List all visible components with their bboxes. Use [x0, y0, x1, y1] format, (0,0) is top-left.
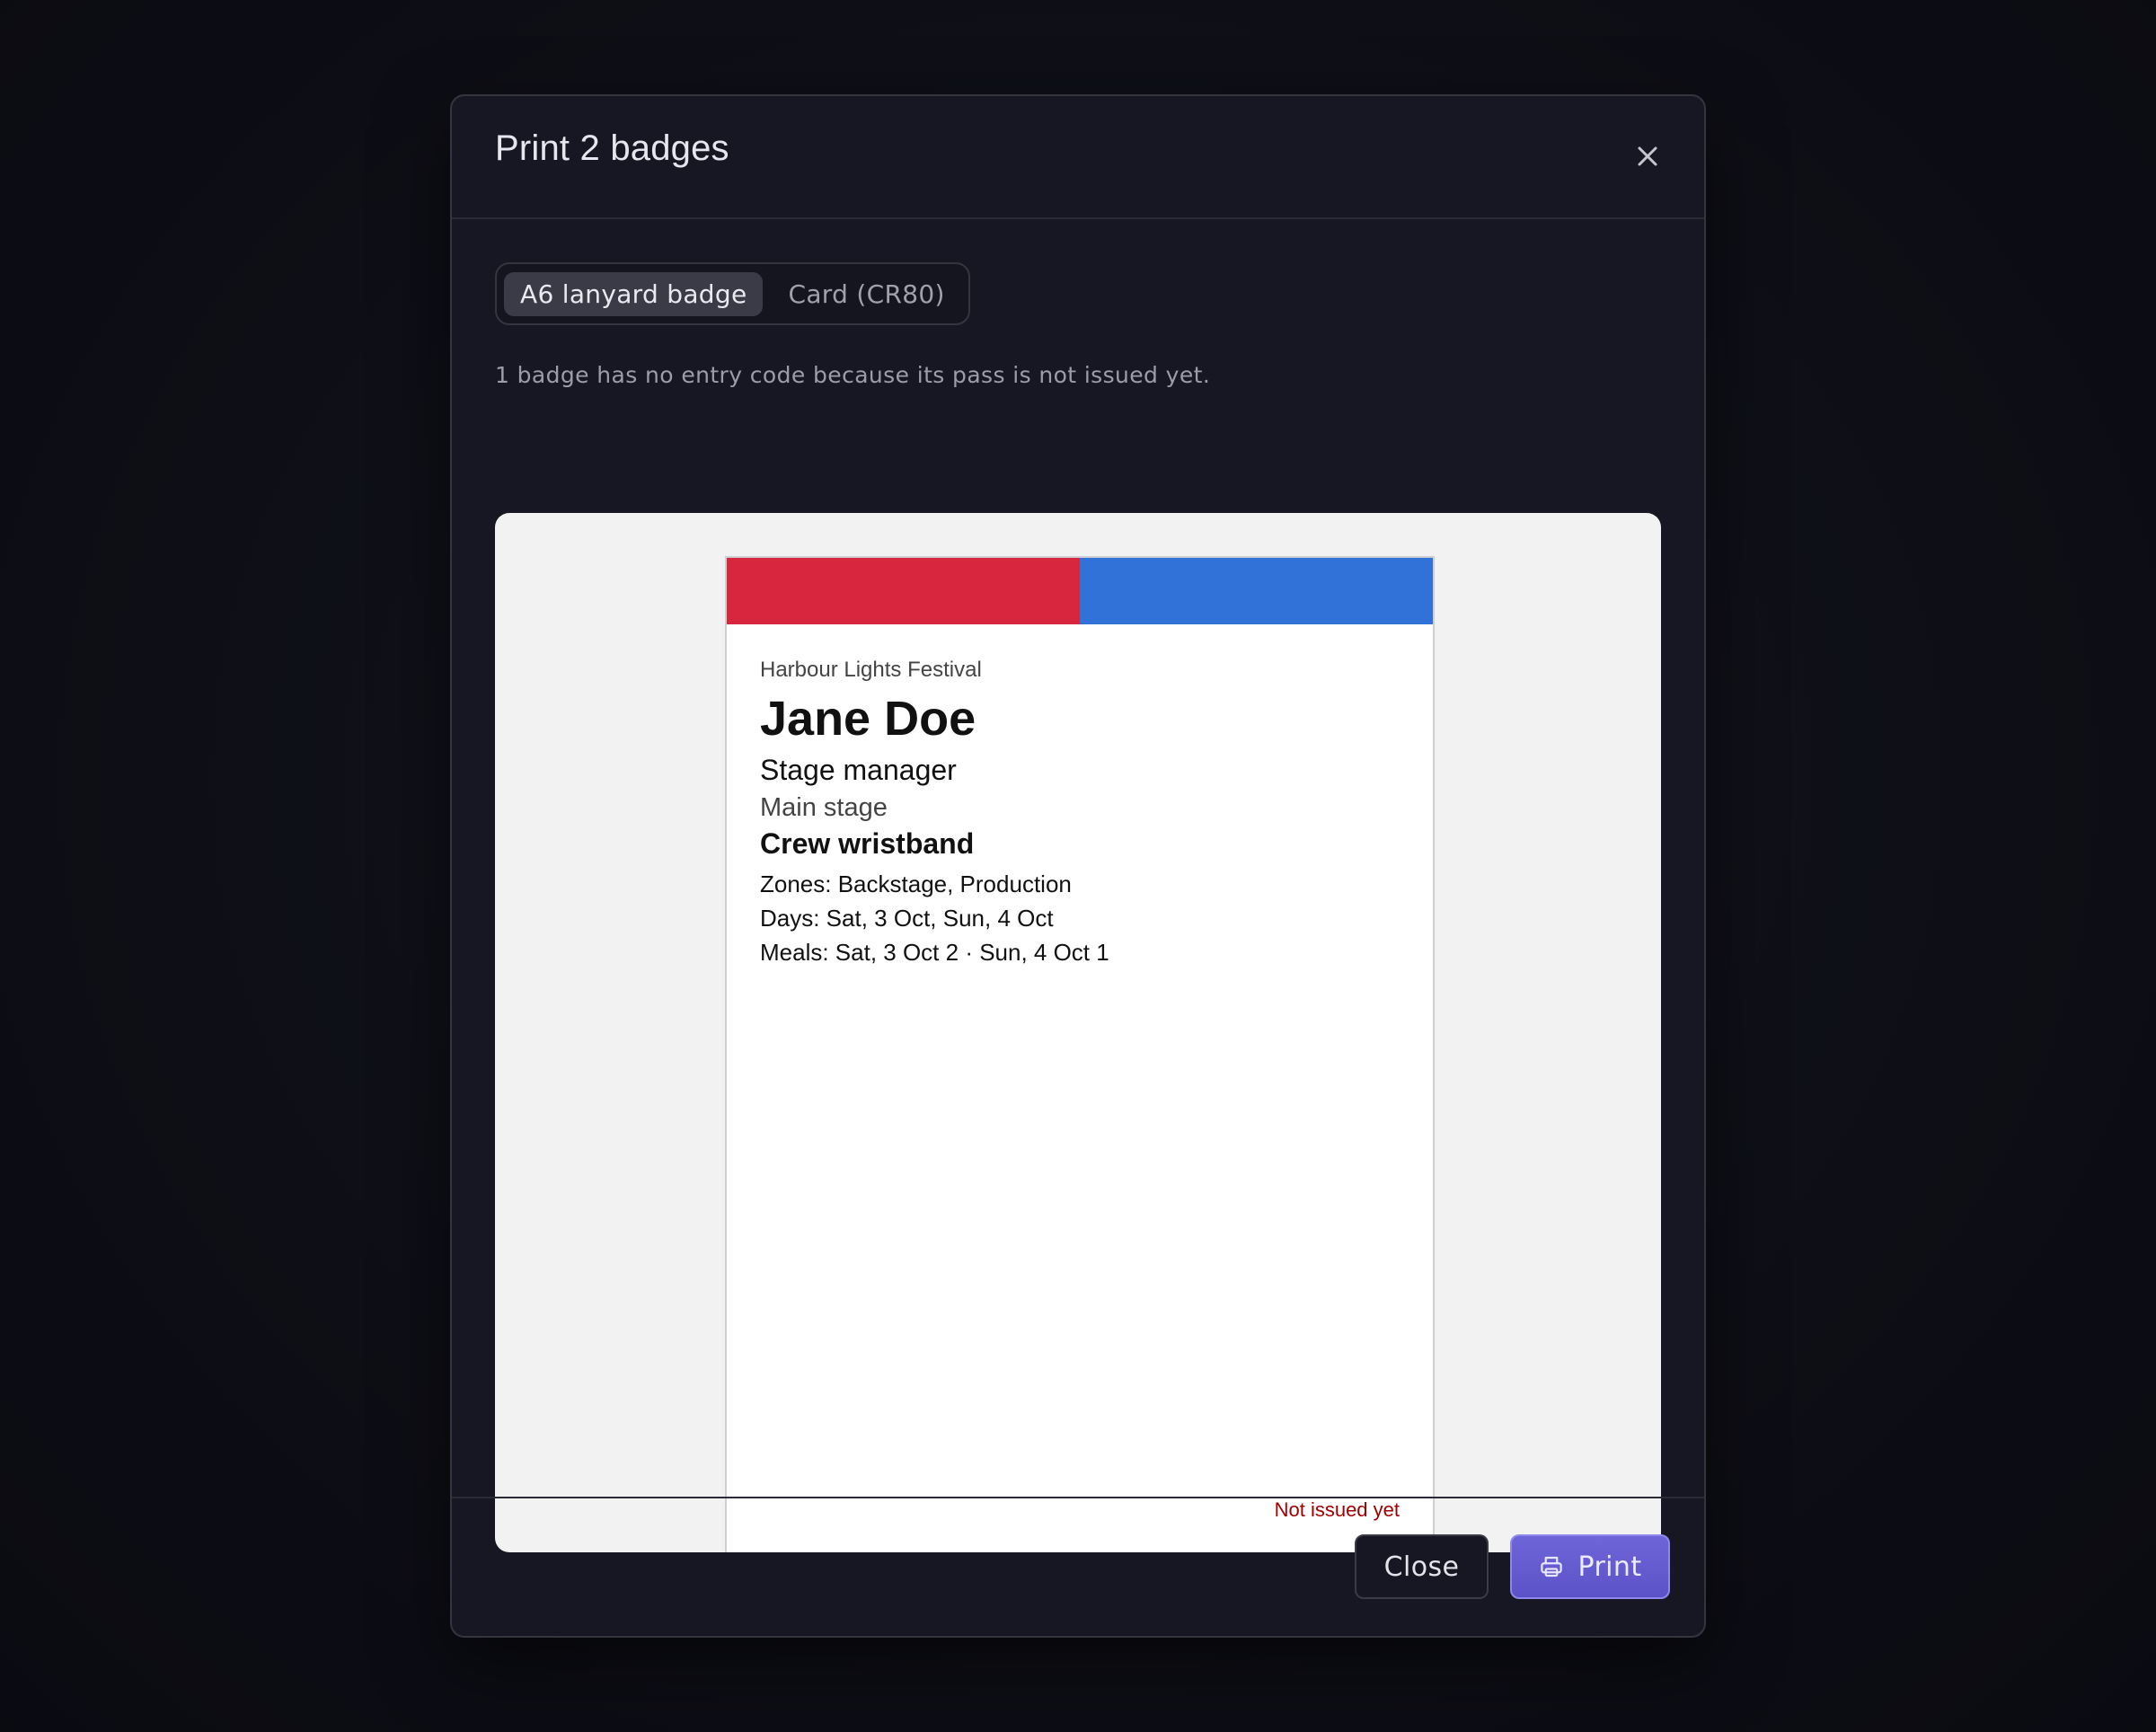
dialog-body: A6 lanyard badge Card (CR80) 1 badge has… [495, 219, 1661, 1552]
badge-stripe-red [727, 558, 1080, 624]
dialog-header: Print 2 badges [452, 96, 1704, 219]
badge-preview-area: Harbour Lights Festival Jane Doe Stage m… [495, 513, 1661, 1552]
dialog-title: Print 2 badges [495, 128, 729, 168]
pass-type: Crew wristband [760, 827, 975, 860]
print-button-label: Print [1577, 1551, 1642, 1583]
close-button[interactable]: Close [1355, 1534, 1489, 1599]
badge-color-stripes [727, 558, 1433, 624]
close-icon[interactable] [1630, 139, 1665, 173]
badge-content: Harbour Lights Festival Jane Doe Stage m… [760, 657, 1400, 969]
print-button[interactable]: Print [1510, 1534, 1670, 1599]
badge-format-selector: A6 lanyard badge Card (CR80) [495, 262, 970, 325]
person-role: Stage manager [760, 754, 957, 786]
badge-meals: Meals: Sat, 3 Oct 2 · Sun, 4 Oct 1 [760, 939, 1109, 966]
entry-code-note: 1 badge has no entry code because its pa… [495, 362, 1211, 388]
printer-icon [1538, 1553, 1565, 1580]
dialog-footer: Close Print [452, 1497, 1704, 1636]
badge-days: Days: Sat, 3 Oct, Sun, 4 Oct [760, 905, 1054, 932]
tab-card-cr80[interactable]: Card (CR80) [772, 272, 960, 316]
badge-preview: Harbour Lights Festival Jane Doe Stage m… [725, 556, 1435, 1552]
person-name: Jane Doe [760, 692, 976, 746]
person-area: Main stage [760, 793, 888, 822]
badge-zones: Zones: Backstage, Production [760, 870, 1072, 897]
event-name: Harbour Lights Festival [760, 658, 982, 682]
badge-stripe-blue [1080, 558, 1433, 624]
print-badges-dialog: Print 2 badges A6 lanyard badge Card (CR… [450, 94, 1706, 1638]
tab-a6-lanyard-badge[interactable]: A6 lanyard badge [504, 271, 764, 316]
